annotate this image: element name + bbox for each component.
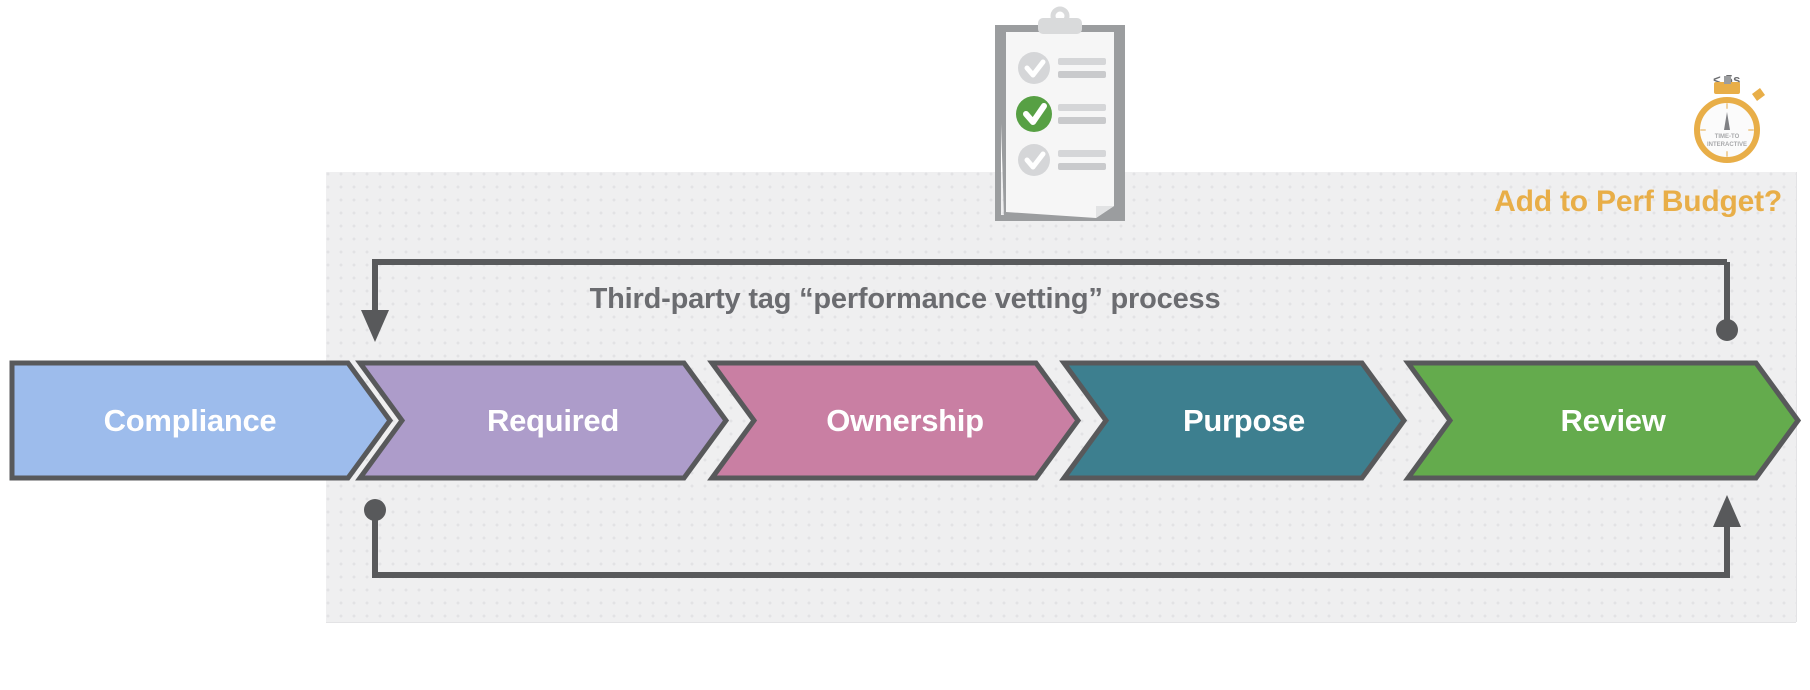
process-chevron-bar xyxy=(9,360,1802,481)
process-stage-label-compliance: Compliance xyxy=(103,402,277,438)
process-stage-label-required: Required xyxy=(487,402,619,438)
process-stage-label-ownership: Ownership xyxy=(826,402,984,438)
process-stage-label-review: Review xyxy=(1560,402,1666,438)
diagram-canvas: < 5s TIME-TO INTERACTIVE Add to Perf Bud… xyxy=(0,0,1810,690)
process-stage-label-purpose: Purpose xyxy=(1183,402,1305,438)
